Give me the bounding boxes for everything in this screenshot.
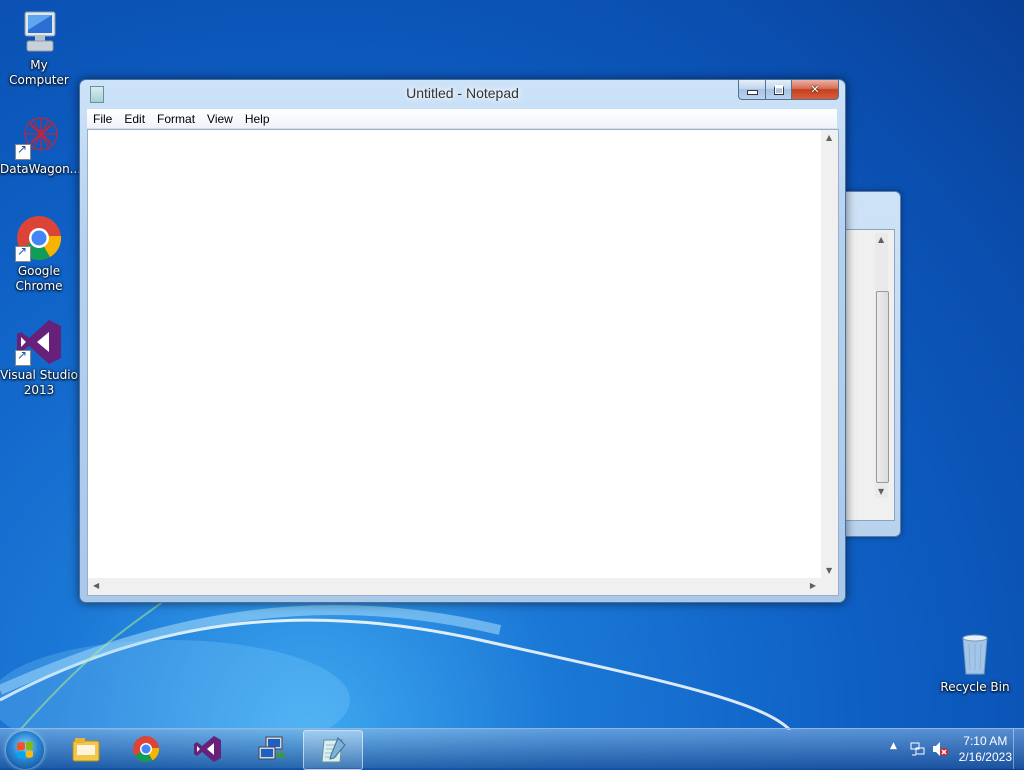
windows-logo-icon xyxy=(17,741,33,759)
desktop-icon-datawagon[interactable]: DataWagon... xyxy=(0,112,82,177)
scroll-up-icon[interactable]: ▲ xyxy=(878,235,884,244)
chrome-icon xyxy=(15,214,63,262)
close-icon: ✕ xyxy=(810,83,820,96)
menu-bar: File Edit Format View Help xyxy=(87,109,837,129)
title-bar[interactable]: Untitled - Notepad ✕ xyxy=(80,80,845,108)
show-desktop-button[interactable] xyxy=(1013,729,1024,769)
scroll-left-icon[interactable]: ◀ xyxy=(93,581,99,590)
menu-format[interactable]: Format xyxy=(151,109,201,128)
scroll-down-icon[interactable]: ▼ xyxy=(878,487,884,496)
taskbar-remote-desktop[interactable] xyxy=(242,730,300,768)
desktop-icon-label: DataWagon... xyxy=(0,162,82,176)
shortcut-arrow-icon xyxy=(15,244,31,262)
datawagon-icon xyxy=(15,112,63,160)
taskbar-notepad[interactable] xyxy=(303,730,363,770)
menu-edit[interactable]: Edit xyxy=(118,109,151,128)
start-button[interactable] xyxy=(6,731,44,769)
scrollbar-thumb[interactable] xyxy=(876,291,889,483)
clock-time: 7:10 AM xyxy=(963,734,1008,748)
menu-help[interactable]: Help xyxy=(239,109,276,128)
visual-studio-icon xyxy=(194,736,221,762)
text-editor[interactable]: ▲ ▼ ◀ ▶ xyxy=(87,129,839,596)
background-window-scrollbar[interactable]: ▲ ▼ xyxy=(875,233,889,498)
window-title: Untitled - Notepad xyxy=(406,85,519,101)
recycle-bin-icon xyxy=(951,630,999,678)
scroll-right-icon[interactable]: ▶ xyxy=(810,581,816,590)
vertical-scrollbar[interactable]: ▲ ▼ xyxy=(821,130,838,578)
shortcut-arrow-icon xyxy=(15,348,31,366)
minimize-icon xyxy=(746,90,758,95)
taskbar-visual-studio[interactable] xyxy=(179,730,237,768)
windows-explorer-icon xyxy=(72,738,100,762)
text-area[interactable] xyxy=(88,130,821,578)
volume-muted-icon[interactable] xyxy=(932,741,948,757)
clock-date: 2/16/2023 xyxy=(958,750,1012,764)
desktop-icon-label: Visual Studio 2013 xyxy=(0,368,78,397)
chrome-icon xyxy=(133,736,160,762)
desktop-icon-label: Google Chrome xyxy=(15,264,63,293)
visual-studio-icon xyxy=(15,318,63,366)
maximize-button[interactable] xyxy=(766,80,792,100)
desktop-icon-label: My Computer xyxy=(9,58,69,87)
clock[interactable]: 7:10 AM 2/16/2023 xyxy=(959,733,1012,765)
desktop-icon-recycle-bin[interactable]: Recycle Bin xyxy=(936,630,1014,695)
remote-desktop-icon xyxy=(258,736,285,760)
window-controls: ✕ xyxy=(738,80,839,100)
menu-file[interactable]: File xyxy=(87,109,118,128)
size-grip[interactable] xyxy=(821,578,838,595)
desktop-icon-google-chrome[interactable]: Google Chrome xyxy=(0,214,78,294)
notepad-window[interactable]: Untitled - Notepad ✕ File Edit Format Vi… xyxy=(79,79,846,603)
show-hidden-icons-icon[interactable]: ▲ xyxy=(890,741,897,751)
taskbar-chrome[interactable] xyxy=(117,730,175,768)
scroll-up-icon[interactable]: ▲ xyxy=(826,133,832,142)
scroll-down-icon[interactable]: ▼ xyxy=(826,566,832,575)
network-icon[interactable] xyxy=(910,741,926,757)
horizontal-scrollbar[interactable]: ◀ ▶ xyxy=(88,578,821,595)
desktop-icon-my-computer[interactable]: My Computer xyxy=(0,8,78,88)
taskbar: ▲ 7:10 AM 2/16/2023 xyxy=(0,728,1024,770)
taskbar-explorer[interactable] xyxy=(57,730,115,768)
menu-view[interactable]: View xyxy=(201,109,239,128)
computer-icon xyxy=(15,8,63,56)
desktop-icon-label: Recycle Bin xyxy=(940,680,1010,694)
maximize-icon xyxy=(773,84,784,95)
notepad-icon xyxy=(321,737,346,763)
shortcut-arrow-icon xyxy=(15,142,31,160)
desktop-icon-visual-studio[interactable]: Visual Studio 2013 xyxy=(0,318,78,398)
system-tray: ▲ 7:10 AM 2/16/2023 xyxy=(884,729,1024,769)
close-button[interactable]: ✕ xyxy=(792,80,839,100)
minimize-button[interactable] xyxy=(738,80,766,100)
background-window-content: ▲ ▼ xyxy=(845,229,895,521)
